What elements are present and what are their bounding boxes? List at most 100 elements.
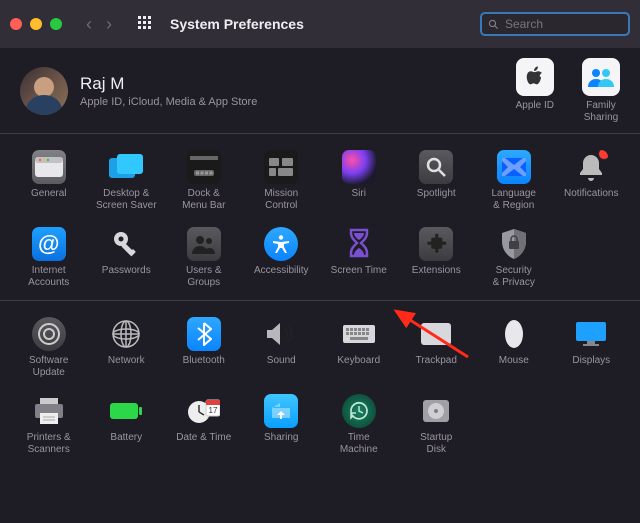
pref-bluetooth[interactable]: Bluetooth <box>167 315 241 380</box>
pref-sharing[interactable]: Sharing <box>245 392 319 457</box>
family-sharing-icon <box>582 58 620 96</box>
mission-control-icon <box>264 150 298 184</box>
pref-desktop[interactable]: Desktop & Screen Saver <box>90 148 164 213</box>
pref-date-time[interactable]: 17 Date & Time <box>167 392 241 457</box>
pref-extensions-label: Extensions <box>412 265 461 277</box>
pref-notifications-label: Notifications <box>564 188 618 200</box>
svg-text:17: 17 <box>208 406 217 415</box>
printers-icon <box>32 394 66 428</box>
trackpad-icon <box>419 317 453 351</box>
pref-keyboard[interactable]: Keyboard <box>322 315 396 380</box>
dock-icon <box>187 150 221 184</box>
pref-dock-label: Dock & Menu Bar <box>182 188 225 211</box>
profile-text[interactable]: Raj M Apple ID, iCloud, Media & App Stor… <box>80 74 257 108</box>
extensions-icon <box>419 227 453 261</box>
pref-network-label: Network <box>108 355 145 367</box>
pref-displays[interactable]: Displays <box>555 315 629 380</box>
desktop-icon <box>109 150 143 184</box>
close-button[interactable] <box>10 18 22 30</box>
pref-printers-label: Printers & Scanners <box>27 432 71 455</box>
profile-name: Raj M <box>80 74 257 94</box>
pref-sound[interactable]: Sound <box>245 315 319 380</box>
pref-mission-control-label: Mission Control <box>264 188 298 211</box>
family-sharing-button[interactable]: Family Sharing <box>582 58 620 123</box>
network-icon <box>109 317 143 351</box>
apple-id-button[interactable]: Apple ID <box>516 58 554 123</box>
pref-security-label: Security & Privacy <box>493 265 535 288</box>
search-icon <box>488 19 499 30</box>
pref-sound-label: Sound <box>267 355 296 367</box>
screen-time-icon <box>342 227 376 261</box>
sharing-icon <box>264 394 298 428</box>
pref-battery[interactable]: Battery <box>90 392 164 457</box>
window-title: System Preferences <box>170 16 304 32</box>
pref-battery-label: Battery <box>110 432 142 444</box>
search-input[interactable] <box>505 17 622 31</box>
date-time-icon: 17 <box>187 394 221 428</box>
minimize-button[interactable] <box>30 18 42 30</box>
pref-language-label: Language & Region <box>492 188 537 211</box>
show-all-button[interactable] <box>138 16 152 33</box>
pref-software-update-label: Software Update <box>29 355 68 378</box>
pref-keyboard-label: Keyboard <box>337 355 380 367</box>
pref-internet-accounts-label: Internet Accounts <box>28 265 69 288</box>
profile-subtitle: Apple ID, iCloud, Media & App Store <box>80 96 257 108</box>
pref-grid-row2: @ Internet Accounts Passwords Users & Gr… <box>0 223 640 300</box>
time-machine-icon <box>342 394 376 428</box>
pref-notifications[interactable]: Notifications <box>555 148 629 213</box>
pref-security[interactable]: Security & Privacy <box>477 225 551 290</box>
pref-grid-row1: General Desktop & Screen Saver Dock & Me… <box>0 134 640 223</box>
mouse-icon <box>497 317 531 351</box>
pref-grid-row4: Printers & Scanners Battery 17 Date & Ti… <box>0 390 640 467</box>
apple-id-icon <box>516 58 554 96</box>
pref-mission-control[interactable]: Mission Control <box>245 148 319 213</box>
pref-language[interactable]: Language & Region <box>477 148 551 213</box>
pref-general-label: General <box>31 188 67 200</box>
pref-bluetooth-label: Bluetooth <box>183 355 225 367</box>
accessibility-icon <box>264 227 298 261</box>
back-button[interactable]: ‹ <box>86 14 92 35</box>
search-field[interactable] <box>480 12 630 36</box>
nav-arrows: ‹ › <box>86 14 112 35</box>
notifications-icon <box>574 150 608 184</box>
software-update-icon <box>32 317 66 351</box>
pref-siri[interactable]: Siri <box>322 148 396 213</box>
pref-startup-disk[interactable]: Startup Disk <box>400 392 474 457</box>
pref-dock[interactable]: Dock & Menu Bar <box>167 148 241 213</box>
pref-screen-time[interactable]: Screen Time <box>322 225 396 290</box>
pref-internet-accounts[interactable]: @ Internet Accounts <box>12 225 86 290</box>
maximize-button[interactable] <box>50 18 62 30</box>
startup-disk-icon <box>419 394 453 428</box>
pref-software-update[interactable]: Software Update <box>12 315 86 380</box>
passwords-icon <box>109 227 143 261</box>
pref-mouse[interactable]: Mouse <box>477 315 551 380</box>
pref-trackpad-label: Trackpad <box>416 355 457 367</box>
avatar[interactable] <box>20 67 68 115</box>
forward-button[interactable]: › <box>106 14 112 35</box>
pref-screen-time-label: Screen Time <box>331 265 387 277</box>
traffic-lights <box>10 18 62 30</box>
pref-time-machine[interactable]: Time Machine <box>322 392 396 457</box>
pref-passwords[interactable]: Passwords <box>90 225 164 290</box>
profile-section: Raj M Apple ID, iCloud, Media & App Stor… <box>0 48 640 134</box>
pref-users-groups-label: Users & Groups <box>186 265 222 288</box>
spotlight-icon <box>419 150 453 184</box>
pref-extensions[interactable]: Extensions <box>400 225 474 290</box>
siri-icon <box>342 150 376 184</box>
pref-network[interactable]: Network <box>90 315 164 380</box>
general-icon <box>32 150 66 184</box>
pref-spotlight-label: Spotlight <box>417 188 456 200</box>
pref-general[interactable]: General <box>12 148 86 213</box>
apple-id-label: Apple ID <box>516 100 554 112</box>
pref-trackpad[interactable]: Trackpad <box>400 315 474 380</box>
pref-grid-row3: Software Update Network Bluetooth Sound … <box>0 301 640 390</box>
pref-accessibility[interactable]: Accessibility <box>245 225 319 290</box>
pref-users-groups[interactable]: Users & Groups <box>167 225 241 290</box>
pref-mouse-label: Mouse <box>499 355 529 367</box>
pref-siri-label: Siri <box>352 188 366 200</box>
displays-icon <box>574 317 608 351</box>
pref-spotlight[interactable]: Spotlight <box>400 148 474 213</box>
pref-printers[interactable]: Printers & Scanners <box>12 392 86 457</box>
language-icon <box>497 150 531 184</box>
users-groups-icon <box>187 227 221 261</box>
